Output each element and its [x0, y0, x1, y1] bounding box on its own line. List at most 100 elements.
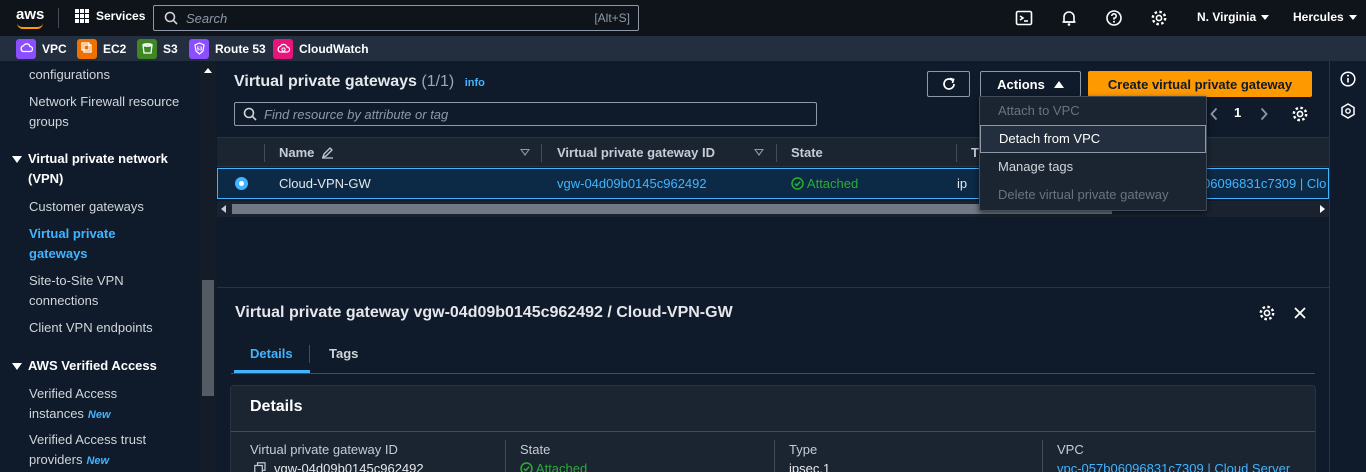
card-divider — [231, 431, 1315, 432]
chevron-right-icon[interactable] — [1259, 107, 1269, 121]
create-button-label: Create virtual private gateway — [1107, 76, 1293, 92]
gear-icon[interactable] — [1150, 9, 1168, 27]
cell-vpc-link[interactable]: 06096831c7309 | Clo — [1203, 176, 1326, 191]
chevron-down-icon — [1261, 15, 1270, 21]
aws-logo[interactable]: aws — [16, 6, 46, 30]
copy-icon[interactable] — [254, 462, 266, 472]
tabs-baseline — [231, 373, 1315, 374]
info-link[interactable]: info — [465, 77, 485, 89]
info-icon[interactable] — [1340, 71, 1356, 87]
cloudshell-icon[interactable] — [1015, 9, 1033, 27]
services-menu-button[interactable]: Services — [75, 9, 145, 23]
column-header-type[interactable]: T — [971, 145, 979, 160]
new-badge: New — [87, 409, 111, 421]
page-number[interactable]: 1 — [1234, 105, 1241, 120]
edit-icon — [322, 147, 334, 159]
sort-icon[interactable] — [520, 149, 530, 156]
chevron-left-icon[interactable] — [1209, 107, 1219, 121]
create-virtual-private-gateway-button[interactable]: Create virtual private gateway — [1088, 71, 1312, 97]
row-select-radio[interactable] — [235, 177, 248, 190]
sidebar-item-configurations[interactable]: configurations — [29, 65, 194, 85]
caret-down-icon — [12, 156, 22, 163]
top-navigation: aws Services Search [Alt+S] N. Virginia … — [0, 0, 1366, 36]
user-label: Hercules — [1293, 10, 1344, 24]
favorite-label: VPC — [42, 41, 67, 56]
scroll-left-icon[interactable] — [221, 205, 226, 213]
gear-icon[interactable] — [1291, 105, 1309, 123]
item-count: (1/1) — [421, 73, 455, 90]
favorite-cloudwatch[interactable]: CloudWatch — [273, 38, 369, 59]
column-header-state[interactable]: State — [791, 145, 823, 160]
sidebar-item-customer-gateways[interactable]: Customer gateways — [29, 197, 194, 217]
success-icon — [791, 177, 804, 190]
column-header-name[interactable]: Name — [279, 145, 334, 160]
s3-service-icon — [137, 38, 157, 59]
sidebar-item-verified-access-trust-providers[interactable]: Verified Access trust providers New — [29, 430, 154, 471]
sidebar-section-vpn[interactable]: Virtual private network (VPN) — [10, 149, 195, 189]
search-icon — [243, 107, 257, 121]
svg-text:53: 53 — [196, 47, 202, 53]
favorite-s3[interactable]: S3 — [137, 38, 178, 59]
new-badge: New — [86, 455, 110, 467]
tab-details[interactable]: Details — [250, 346, 293, 361]
field-value-vpc-link[interactable]: vpc-057b06096831c7309 | Cloud Server — [1057, 461, 1290, 472]
state-text: Attached — [806, 176, 859, 191]
menu-item-manage-tags[interactable]: Manage tags — [980, 153, 1206, 181]
column-divider — [1042, 440, 1043, 472]
actions-dropdown-menu: Attach to VPC Detach from VPC Manage tag… — [979, 96, 1207, 211]
search-input[interactable]: Search [Alt+S] — [153, 5, 639, 31]
sidebar-item-virtual-private-gateways[interactable]: Virtual private gateways — [29, 224, 139, 264]
search-shortcut: [Alt+S] — [594, 11, 630, 25]
filter-placeholder: Find resource by attribute or tag — [264, 107, 449, 122]
scroll-up-icon[interactable] — [204, 68, 212, 73]
scrollbar-thumb[interactable] — [202, 280, 214, 396]
sort-icon[interactable] — [754, 149, 764, 156]
column-header-label: Name — [279, 145, 315, 160]
sidebar-item-verified-access-instances[interactable]: Verified Access instances New — [29, 384, 149, 425]
column-divider — [776, 144, 777, 162]
field-value-text: Attached — [535, 461, 588, 472]
filter-input[interactable]: Find resource by attribute or tag — [234, 102, 817, 126]
refresh-button[interactable] — [927, 71, 970, 97]
sidebar-item-site-to-site-vpn[interactable]: Site-to-Site VPN connections — [29, 271, 149, 311]
actions-button[interactable]: Actions — [980, 71, 1081, 97]
field-value-gateway-id: vgw-04d09b0145c962492 — [254, 461, 424, 472]
favorite-label: S3 — [163, 41, 178, 56]
scroll-right-icon[interactable] — [1320, 205, 1325, 213]
cell-gateway-id-link[interactable]: vgw-04d09b0145c962492 — [557, 176, 707, 191]
help-icon[interactable] — [1105, 9, 1123, 27]
sidebar-section-label: Virtual private network (VPN) — [28, 151, 168, 186]
account-menu[interactable]: Hercules — [1293, 10, 1357, 24]
split-panel-spacer — [217, 217, 1329, 287]
detail-panel-title: Virtual private gateway vgw-04d09b0145c9… — [235, 304, 733, 321]
sidebar-section-verified-access[interactable]: AWS Verified Access — [10, 356, 195, 376]
refresh-icon — [942, 77, 955, 90]
column-header-label: State — [791, 145, 823, 160]
field-value-text: vgw-04d09b0145c962492 — [274, 461, 424, 472]
column-divider — [956, 144, 957, 162]
column-header-id[interactable]: Virtual private gateway ID — [557, 145, 715, 160]
aws-logo-text: aws — [16, 6, 45, 23]
tab-tags[interactable]: Tags — [329, 346, 358, 361]
sidebar-item-client-vpn-endpoints[interactable]: Client VPN endpoints — [29, 318, 194, 338]
bell-icon[interactable] — [1060, 9, 1078, 27]
column-divider — [264, 144, 265, 162]
active-tab-indicator — [234, 370, 310, 373]
field-label: VPC — [1057, 442, 1084, 457]
sidebar-scrollbar[interactable] — [200, 61, 216, 472]
gear-icon[interactable] — [1258, 304, 1276, 322]
region-selector[interactable]: N. Virginia — [1197, 10, 1270, 24]
hexagon-settings-icon[interactable] — [1340, 103, 1356, 119]
sidebar-item-network-firewall-resource-groups[interactable]: Network Firewall resource groups — [29, 92, 194, 132]
vpc-service-icon — [16, 38, 36, 59]
favorite-ec2[interactable]: EC2 — [77, 38, 126, 59]
details-split-panel: Virtual private gateway vgw-04d09b0145c9… — [217, 287, 1329, 472]
favorite-route53[interactable]: 53 Route 53 — [189, 38, 266, 59]
favorites-bar: VPC EC2 S3 53 Route 53 CloudWatch — [0, 36, 1366, 61]
favorite-vpc[interactable]: VPC — [16, 38, 67, 59]
field-label: Type — [789, 442, 818, 457]
sidebar: configurations Network Firewall resource… — [0, 61, 216, 472]
field-value-type: ipsec.1 — [789, 461, 831, 472]
close-icon[interactable] — [1293, 306, 1307, 320]
menu-item-detach-from-vpc[interactable]: Detach from VPC — [980, 125, 1206, 153]
